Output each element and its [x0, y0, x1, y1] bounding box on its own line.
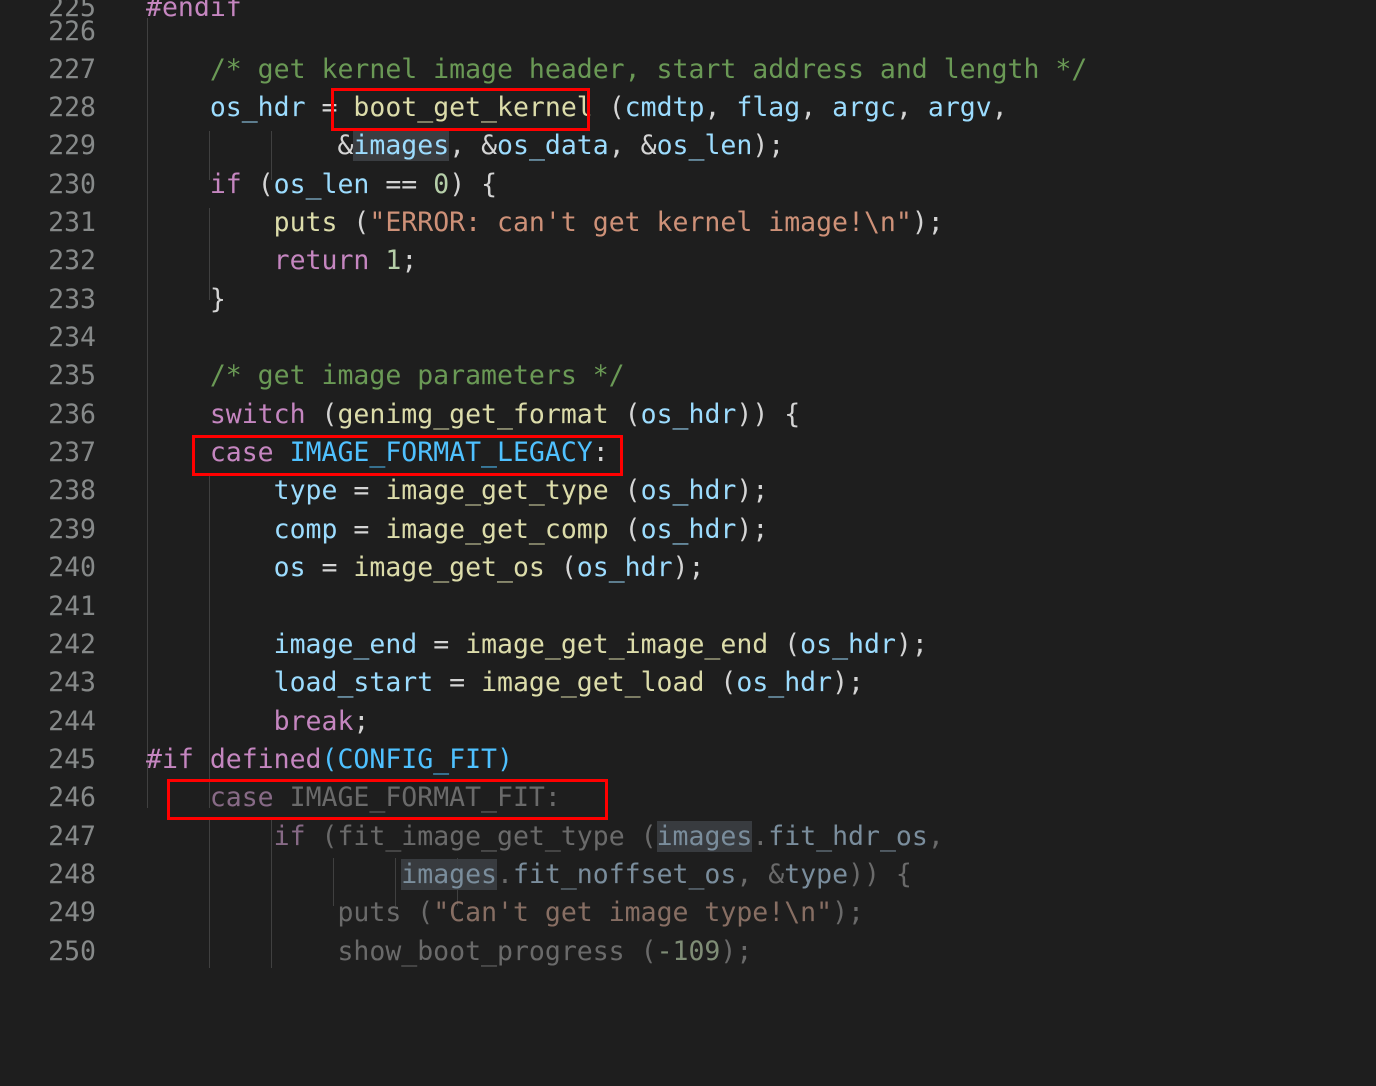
line-content: comp = image_get_comp (os_hdr);: [146, 514, 769, 545]
line-number: 247: [48, 821, 96, 852]
line-content: type = image_get_type (os_hdr);: [146, 475, 769, 506]
line-number: 229: [48, 130, 96, 161]
line-content: /* get kernel image header, start addres…: [146, 54, 1088, 85]
line-number: 226: [48, 16, 96, 47]
line-content: puts ("Can't get image type!\n");: [146, 897, 864, 928]
code-line[interactable]: 226: [0, 13, 1376, 51]
line-number: 228: [48, 92, 96, 123]
code-line[interactable]: 229 &images, &os_data, &os_len);: [0, 127, 1376, 165]
line-number: 238: [48, 475, 96, 506]
line-number: 248: [48, 859, 96, 890]
line-content: return 1;: [146, 245, 418, 276]
line-number: 230: [48, 169, 96, 200]
code-line[interactable]: 230 if (os_len == 0) {: [0, 166, 1376, 204]
code-editor[interactable]: 225 #endif 226 227 /* get kernel image h…: [0, 0, 1376, 968]
line-number: 227: [48, 54, 96, 85]
line-content: switch (genimg_get_format (os_hdr)) {: [146, 399, 801, 430]
line-content: break;: [146, 706, 370, 737]
line-content: case IMAGE_FORMAT_LEGACY:: [146, 437, 609, 468]
code-line[interactable]: 236 switch (genimg_get_format (os_hdr)) …: [0, 396, 1376, 434]
line-content: case IMAGE_FORMAT_FIT:: [146, 782, 561, 813]
line-number: 239: [48, 514, 96, 545]
line-number: 232: [48, 245, 96, 276]
line-number: 240: [48, 552, 96, 583]
line-content: show_boot_progress (-109);: [146, 936, 753, 967]
code-line[interactable]: 248 images.fit_noffset_os, &type)) {: [0, 856, 1376, 894]
code-line[interactable]: 245 #if defined(CONFIG_FIT): [0, 741, 1376, 779]
code-line[interactable]: 247 if (fit_image_get_type (images.fit_h…: [0, 818, 1376, 856]
code-line[interactable]: 227 /* get kernel image header, start ad…: [0, 51, 1376, 89]
code-line[interactable]: 239 comp = image_get_comp (os_hdr);: [0, 511, 1376, 549]
line-content: os_hdr = boot_get_kernel (cmdtp, flag, a…: [146, 92, 1008, 123]
line-content: image_end = image_get_image_end (os_hdr)…: [146, 629, 928, 660]
occurrence-highlight: images: [353, 130, 450, 161]
code-line[interactable]: 240 os = image_get_os (os_hdr);: [0, 549, 1376, 587]
line-number: 245: [48, 744, 96, 775]
code-line[interactable]: 249 puts ("Can't get image type!\n");: [0, 894, 1376, 932]
code-line[interactable]: 241: [0, 588, 1376, 626]
line-number: 235: [48, 360, 96, 391]
line-number: 231: [48, 207, 96, 238]
code-line[interactable]: 244 break;: [0, 703, 1376, 741]
line-number: 246: [48, 782, 96, 813]
line-number: 243: [48, 667, 96, 698]
line-number: 249: [48, 897, 96, 928]
line-number: 237: [48, 437, 96, 468]
code-line[interactable]: 231 puts ("ERROR: can't get kernel image…: [0, 204, 1376, 242]
line-number: 242: [48, 629, 96, 660]
code-line[interactable]: 246 case IMAGE_FORMAT_FIT:: [0, 779, 1376, 817]
code-line[interactable]: 250 show_boot_progress (-109);: [0, 933, 1376, 971]
line-content: /* get image parameters */: [146, 360, 625, 391]
line-number: 234: [48, 322, 96, 353]
line-content: os = image_get_os (os_hdr);: [146, 552, 705, 583]
line-number: 233: [48, 284, 96, 315]
line-content: images.fit_noffset_os, &type)) {: [401, 859, 912, 890]
line-content: #if defined(CONFIG_FIT): [146, 744, 513, 775]
occurrence-highlight: images: [401, 859, 498, 890]
line-number: 244: [48, 706, 96, 737]
code-line[interactable]: 237 case IMAGE_FORMAT_LEGACY:: [0, 434, 1376, 472]
line-number: 250: [48, 936, 96, 967]
code-line[interactable]: 238 type = image_get_type (os_hdr);: [0, 472, 1376, 510]
code-line[interactable]: 243 load_start = image_get_load (os_hdr)…: [0, 664, 1376, 702]
code-line[interactable]: 228 os_hdr = boot_get_kernel (cmdtp, fla…: [0, 89, 1376, 127]
line-content: &images, &os_data, &os_len);: [146, 130, 785, 161]
code-line[interactable]: 233 }: [0, 281, 1376, 319]
line-content: if (fit_image_get_type (images.fit_hdr_o…: [146, 821, 944, 852]
code-line[interactable]: 235 /* get image parameters */: [0, 357, 1376, 395]
code-line[interactable]: 232 return 1;: [0, 242, 1376, 280]
code-line[interactable]: 234: [0, 319, 1376, 357]
line-content: puts ("ERROR: can't get kernel image!\n"…: [146, 207, 944, 238]
line-content: if (os_len == 0) {: [146, 169, 498, 200]
line-content: }: [146, 284, 226, 315]
line-number: 241: [48, 591, 96, 622]
occurrence-highlight: images: [656, 821, 753, 852]
code-line[interactable]: 242 image_end = image_get_image_end (os_…: [0, 626, 1376, 664]
line-content: load_start = image_get_load (os_hdr);: [146, 667, 865, 698]
line-number: 236: [48, 399, 96, 430]
